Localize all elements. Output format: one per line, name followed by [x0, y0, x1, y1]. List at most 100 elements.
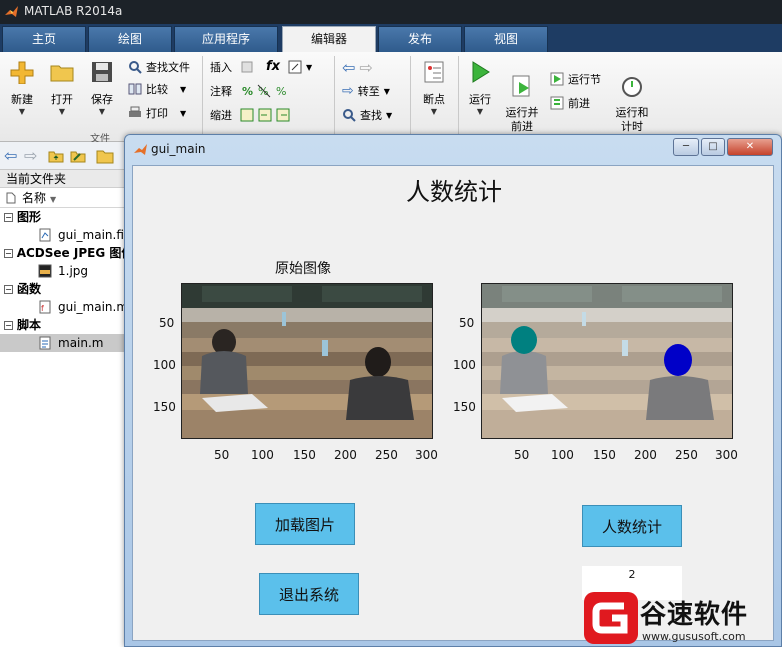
collapse-icon[interactable]: −	[4, 212, 13, 222]
tab-editor[interactable]: 编辑器	[282, 26, 376, 52]
breakpoints-button[interactable]: 断点 ▼	[414, 60, 454, 116]
format-icon	[288, 60, 302, 74]
tab-home[interactable]: 主页	[2, 26, 86, 52]
matlab-figure-icon	[134, 144, 147, 155]
gui-main-window[interactable]: gui_main ─ □ ✕ 人数统计 原始图像 50 100 150 50 1…	[124, 134, 782, 647]
gui-title: 人数统计	[406, 178, 502, 206]
file-1-jpg[interactable]: 1.jpg	[0, 262, 127, 280]
svg-text:%: %	[276, 85, 286, 98]
run-and-advance-button[interactable]: 运行并 前进	[500, 60, 544, 134]
smart-indent-icon	[240, 108, 254, 122]
close-button[interactable]: ✕	[727, 138, 773, 156]
file-gui-main-m[interactable]: f gui_main.m	[0, 298, 127, 316]
insert-label: 插入	[210, 61, 232, 74]
dropdown-arrow-icon: ▼	[180, 84, 187, 94]
find-label: 查找	[360, 109, 382, 122]
open-button[interactable]: 打开 ▼	[42, 60, 82, 116]
group-functions[interactable]: − 函数	[0, 280, 127, 298]
dropdown-arrow-icon: ▼	[98, 107, 106, 116]
name-column-header[interactable]: 名称 ▼	[0, 188, 127, 208]
run-section-button[interactable]: 运行节	[550, 70, 601, 88]
exit-system-button[interactable]: 退出系统	[259, 573, 359, 615]
editor-ribbon: 新建 ▼ 打开 ▼ 保存 ▼ 查找文件 比较 ▼ 打印 ▼ 文件 插入 fx ▼ 注释 %…	[0, 52, 782, 145]
fx-label: fx	[266, 58, 281, 74]
group-label: 图形	[17, 210, 42, 224]
folder-up-icon[interactable]	[48, 148, 64, 164]
forward-arrow-icon[interactable]: ⇨	[24, 146, 37, 165]
sort-desc-icon: ▼	[50, 195, 57, 204]
group-jpeg-images[interactable]: − ACDSee JPEG 图像	[0, 244, 127, 262]
find-files-button[interactable]: 查找文件	[128, 58, 190, 76]
app-title-bar: MATLAB R2014a	[0, 0, 782, 24]
run-button[interactable]: 运行 ▼	[460, 60, 500, 116]
uncomment-icon: %	[257, 84, 271, 98]
tab-view[interactable]: 视图	[464, 26, 548, 52]
new-button[interactable]: 新建 ▼	[2, 60, 42, 116]
find-files-label: 查找文件	[146, 61, 190, 74]
collapse-icon[interactable]: −	[4, 284, 13, 294]
y-tick-label: 150	[453, 400, 476, 414]
ribbon-separator	[458, 56, 459, 136]
maximize-button[interactable]: □	[701, 138, 725, 156]
gui-client-area: 人数统计 原始图像 50 100 150 50 100 150 200 250 …	[132, 165, 774, 641]
function-file-icon: f	[39, 300, 51, 314]
insert-button[interactable]: 插入	[210, 58, 254, 76]
script-file-icon	[39, 336, 51, 350]
y-tick-label: 100	[153, 358, 176, 372]
gususoft-watermark: 谷速软件 www.gususoft.com	[584, 588, 782, 647]
back-arrow-icon[interactable]: ⇦	[342, 58, 355, 77]
x-tick-label: 250	[675, 448, 698, 462]
run-triangle-icon	[472, 61, 490, 83]
count-people-button[interactable]: 人数统计	[582, 505, 682, 547]
insert-icon	[241, 61, 253, 73]
group-scripts[interactable]: − 脚本	[0, 316, 127, 334]
print-button[interactable]: 打印 ▼	[128, 104, 186, 122]
tab-plots[interactable]: 绘图	[88, 26, 172, 52]
compare-button[interactable]: 比较 ▼	[128, 80, 186, 98]
advance-button[interactable]: 前进	[550, 94, 590, 112]
run-section-label: 运行节	[568, 73, 601, 86]
goto-button[interactable]: ⇨ 转至 ▼	[342, 82, 390, 100]
back-arrow-icon[interactable]: ⇦	[4, 146, 17, 165]
comment-button[interactable]: 注释 % % %	[210, 82, 289, 100]
ribbon-tab-strip: 主页 绘图 应用程序 编辑器 发布 视图	[0, 24, 782, 52]
group-label: 脚本	[17, 318, 42, 332]
svg-text:f: f	[41, 304, 44, 313]
indent-button[interactable]: 缩进	[210, 106, 290, 124]
plus-icon	[10, 61, 34, 85]
y-tick-label: 150	[153, 400, 176, 414]
forward-arrow-icon[interactable]: ⇨	[359, 58, 372, 77]
x-tick-label: 300	[415, 448, 438, 462]
detected-head-marker	[664, 344, 692, 376]
increase-indent-icon	[258, 108, 272, 122]
watermark-url: www.gususoft.com	[642, 630, 746, 643]
tab-apps[interactable]: 应用程序	[174, 26, 278, 52]
file-main-m[interactable]: main.m	[0, 334, 127, 352]
group-figures[interactable]: − 图形	[0, 208, 127, 226]
figure-file-icon	[39, 228, 51, 242]
dropdown-arrow-icon: ▼	[386, 110, 393, 120]
magnifier-icon	[343, 109, 356, 122]
fx-button[interactable]: fx	[266, 57, 280, 75]
browse-folder-icon[interactable]	[70, 148, 86, 164]
collapse-icon[interactable]: −	[4, 320, 13, 330]
find-button[interactable]: 查找 ▼	[342, 106, 392, 124]
detection-result-photo	[482, 284, 732, 438]
dropdown-arrow-icon: ▼	[306, 62, 313, 72]
watermark-brand: 谷速软件	[640, 600, 749, 630]
minimize-button[interactable]: ─	[673, 138, 699, 156]
tab-publish[interactable]: 发布	[378, 26, 462, 52]
back-forward-buttons[interactable]: ⇦ ⇨	[342, 58, 373, 77]
format-button[interactable]: ▼	[288, 58, 312, 76]
file-name: gui_main.fig	[58, 228, 127, 242]
file-gui-main-fig[interactable]: gui_main.fig	[0, 226, 127, 244]
print-label: 打印	[146, 107, 168, 120]
comment-label: 注释	[210, 85, 232, 98]
save-button[interactable]: 保存 ▼	[82, 60, 122, 116]
collapse-icon[interactable]: −	[4, 248, 13, 258]
load-image-button[interactable]: 加载图片	[255, 503, 355, 545]
x-tick-label: 250	[375, 448, 398, 462]
advance-label: 前进	[568, 97, 590, 110]
save-label: 保存	[91, 93, 113, 106]
run-and-time-button[interactable]: 运行和 计时	[610, 60, 654, 134]
